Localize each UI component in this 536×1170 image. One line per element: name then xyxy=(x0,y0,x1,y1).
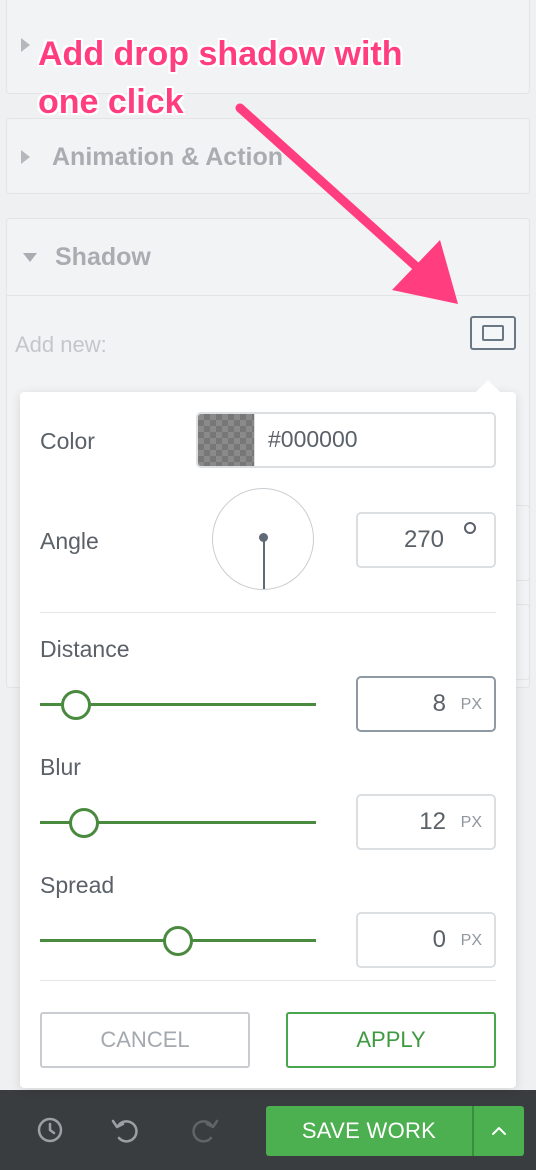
color-value: #000000 xyxy=(268,426,358,452)
slider-thumb[interactable] xyxy=(69,808,100,838)
divider xyxy=(40,612,496,613)
distance-slider[interactable] xyxy=(40,690,316,720)
angle-value: 270 xyxy=(403,526,444,553)
slider-thumb[interactable] xyxy=(60,690,91,720)
redo-icon[interactable] xyxy=(190,1116,220,1144)
blur-label: Blur xyxy=(40,754,81,780)
blur-slider[interactable] xyxy=(40,808,316,838)
save-options-button[interactable] xyxy=(474,1106,524,1156)
angle-dial-hand[interactable] xyxy=(263,539,265,589)
blur-input[interactable]: 12 PX xyxy=(356,794,496,850)
distance-label: Distance xyxy=(40,636,130,662)
color-picker-field[interactable]: #000000 xyxy=(196,412,496,468)
color-label: Color xyxy=(40,428,95,454)
annotation-arrow-icon xyxy=(235,103,458,304)
distance-input[interactable]: 8 PX xyxy=(356,676,496,732)
color-swatch[interactable] xyxy=(198,414,255,466)
chevron-up-icon xyxy=(492,1127,506,1135)
spread-unit: PX xyxy=(460,932,482,949)
spread-value: 0 xyxy=(432,926,446,953)
angle-input[interactable]: 270 xyxy=(356,512,496,568)
cancel-button[interactable]: CANCEL xyxy=(40,1012,250,1068)
add-new-label: Add new: xyxy=(15,332,107,357)
shadow-settings-popover: Color #000000 Angle 270 Distance 8 PX Bl… xyxy=(20,380,516,1088)
degree-icon xyxy=(464,522,476,534)
blur-unit: PX xyxy=(460,814,482,831)
bottom-toolbar: SAVE WORK xyxy=(0,1090,536,1170)
spread-slider[interactable] xyxy=(40,926,316,956)
angle-label: Angle xyxy=(40,528,99,554)
divider xyxy=(40,980,496,981)
slider-thumb[interactable] xyxy=(163,926,193,956)
distance-value: 8 xyxy=(432,690,446,717)
blur-value: 12 xyxy=(419,808,446,835)
distance-unit: PX xyxy=(460,696,482,713)
save-work-button-group: SAVE WORK xyxy=(266,1106,524,1156)
popover-notch xyxy=(476,380,500,392)
angle-dial[interactable] xyxy=(212,488,314,590)
apply-button[interactable]: APPLY xyxy=(286,1012,496,1068)
save-work-button[interactable]: SAVE WORK xyxy=(266,1106,472,1156)
history-icon[interactable] xyxy=(36,1116,64,1144)
spread-input[interactable]: 0 PX xyxy=(356,912,496,968)
spread-label: Spread xyxy=(40,872,115,898)
undo-icon[interactable] xyxy=(110,1116,140,1144)
